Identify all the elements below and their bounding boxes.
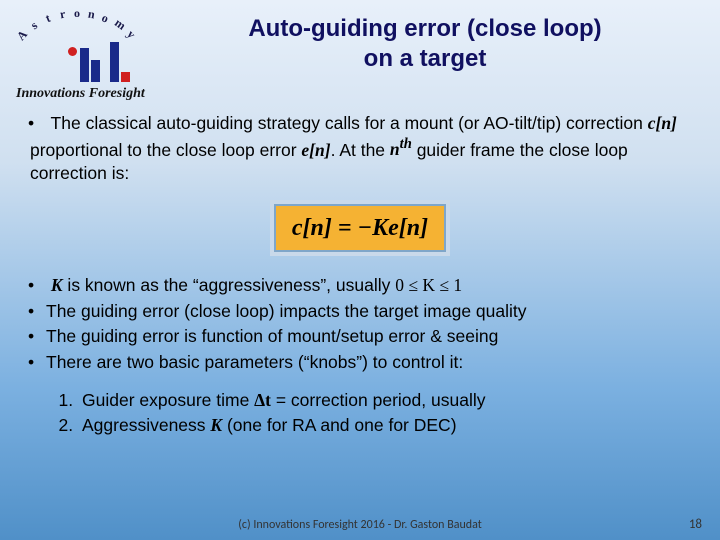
astronomy-arc-text: A s t r o n o m y (10, 6, 150, 46)
slide-title: Auto-guiding error (close loop) on a tar… (170, 6, 710, 74)
slide-header: A s t r o n o m y Innovations Foresight … (0, 0, 720, 102)
footer-copyright: (c) Innovations Foresight 2016 - Dr. Gas… (0, 518, 720, 532)
bullet-5: There are two basic parameters (“knobs”)… (28, 351, 692, 375)
equation-box: c[n] = −Ke[n] (28, 204, 692, 252)
page-number: 18 (689, 517, 702, 532)
if-logo-icon (28, 42, 170, 82)
bullet-2: K is known as the “aggressiveness”, usua… (28, 274, 692, 298)
bullet-4: The guiding error is function of mount/s… (28, 325, 692, 349)
numbered-2: Aggressiveness K (one for RA and one for… (78, 414, 692, 438)
bullet-1: The classical auto-guiding strategy call… (28, 112, 692, 186)
brand-logo: A s t r o n o m y Innovations Foresight (10, 6, 170, 102)
brand-name: Innovations Foresight (16, 86, 170, 102)
equation: c[n] = −Ke[n] (274, 204, 446, 252)
bullet-3: The guiding error (close loop) impacts t… (28, 300, 692, 324)
slide-body: The classical auto-guiding strategy call… (0, 102, 720, 438)
numbered-1: Guider exposure time Δt = correction per… (78, 389, 692, 413)
